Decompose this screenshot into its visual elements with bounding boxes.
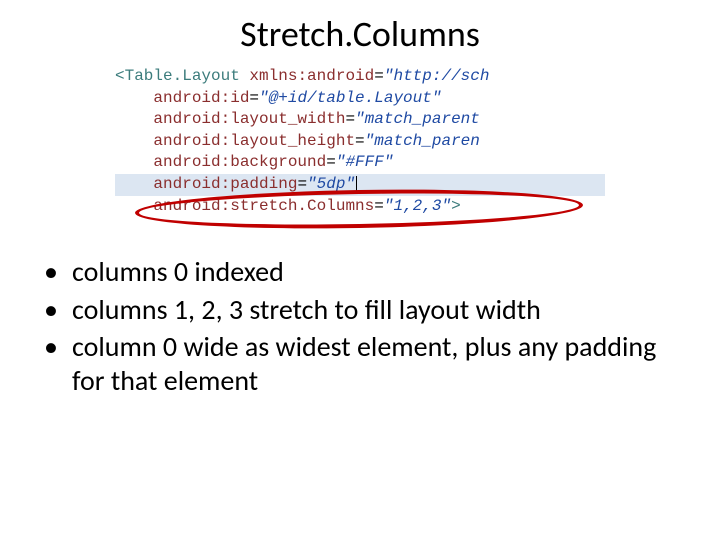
bullet-text: columns 0 indexed [72, 255, 680, 289]
code-value: "match_parent [355, 110, 480, 128]
code-attr: android:layout_width [153, 110, 345, 128]
code-attr: xmlns:android [240, 67, 374, 85]
code-value: "1,2,3" [384, 197, 451, 215]
code-attr: android:stretch.Columns [153, 197, 374, 215]
code-attr: android:padding [153, 175, 297, 193]
bullet-text: column 0 wide as widest element, plus an… [72, 330, 680, 397]
code-value: "@+id/table.Layout" [259, 89, 441, 107]
bullet-item: • column 0 wide as widest element, plus … [40, 330, 680, 397]
bullet-list: • columns 0 indexed • columns 1, 2, 3 st… [40, 255, 680, 397]
code-value: "5dp" [307, 175, 355, 193]
bullet-text: columns 1, 2, 3 stretch to fill layout w… [72, 293, 680, 327]
slide-title: Stretch.Columns [0, 0, 720, 56]
slide: Stretch.Columns <Table.Layout xmlns:andr… [0, 0, 720, 540]
bullet-dot: • [40, 293, 72, 327]
code-block: <Table.Layout xmlns:android="http://sch … [115, 66, 605, 227]
code-eq: = [374, 67, 384, 85]
code-value: "match_paren [365, 132, 480, 150]
code-lines: <Table.Layout xmlns:android="http://sch … [115, 66, 605, 217]
bullet-item: • columns 0 indexed [40, 255, 680, 289]
code-value: "#FFF" [336, 153, 394, 171]
code-attr: android:id [153, 89, 249, 107]
bullet-dot: • [40, 255, 72, 289]
code-attr: android:layout_height [153, 132, 355, 150]
bullet-item: • columns 1, 2, 3 stretch to fill layout… [40, 293, 680, 327]
bullet-dot: • [40, 330, 72, 364]
code-value: "http://sch [384, 67, 490, 85]
text-cursor [356, 176, 357, 192]
code-tag: <Table.Layout [115, 67, 240, 85]
code-attr: android:background [153, 153, 326, 171]
code-tag-close: > [451, 197, 461, 215]
